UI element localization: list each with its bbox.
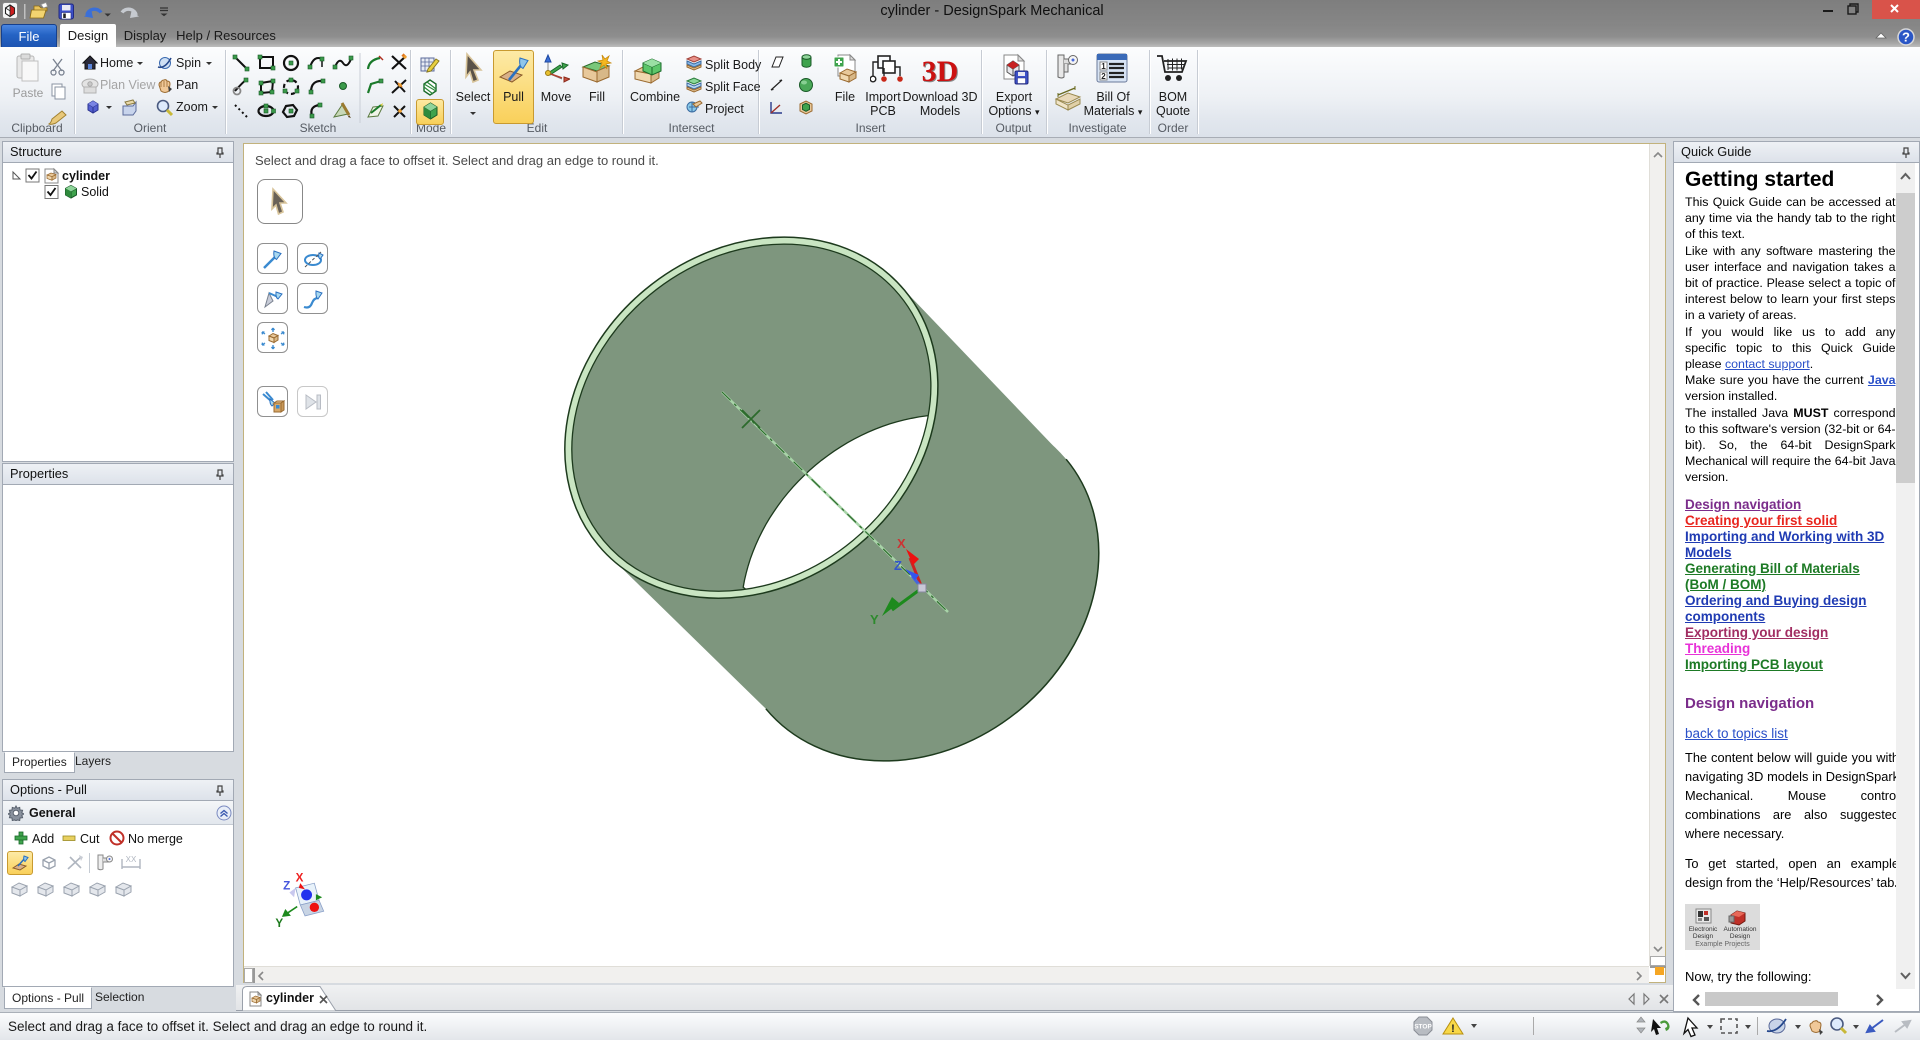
svg-text:Z: Z [894,558,902,573]
svg-text:1: 1 [1101,62,1106,71]
svg-text:!: ! [1451,1023,1455,1035]
svg-text:STOP: STOP [1414,1024,1432,1031]
svg-text:?: ? [1902,30,1910,45]
svg-text:X: X [296,872,304,885]
svg-text:Y: Y [870,612,879,627]
svg-text:Y: Y [275,917,283,930]
svg-text:X: X [897,536,906,551]
svg-text:2: 2 [1101,72,1106,81]
svg-text:Z: Z [283,879,290,892]
svg-text:XX: XX [126,855,137,864]
